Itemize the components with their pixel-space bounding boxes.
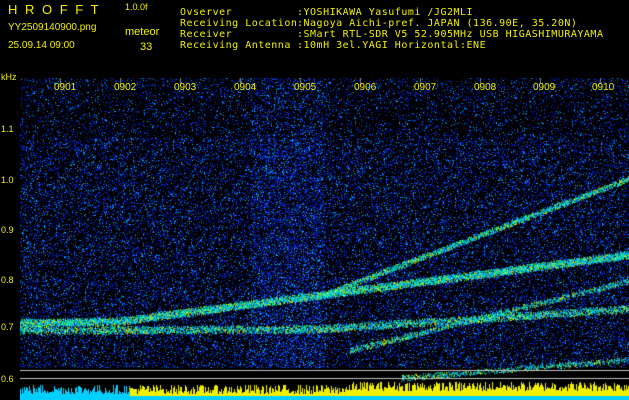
- x-tick-label: 0903: [174, 82, 197, 93]
- info-value-observer: :YOSHIKAWA Yasufumi /JG2MLI: [297, 7, 474, 18]
- x-tick-label: 0910: [592, 82, 615, 93]
- date-time: 25.09.14 09:00: [8, 40, 75, 51]
- y-tick-label: 1.0: [1, 175, 14, 185]
- info-label-receiver: Receiver: [180, 29, 233, 40]
- x-tick-label: 0909: [533, 82, 556, 93]
- file-name: YY2509140900.png: [8, 22, 97, 33]
- program-version: 1.0.0f: [125, 2, 148, 12]
- y-tick-label: 0.9: [1, 225, 14, 235]
- y-tick-label: 0.8: [1, 275, 14, 285]
- x-tick-label: 0904: [234, 82, 257, 93]
- x-tick-label: 0906: [354, 82, 377, 93]
- x-tick-label: 0901: [54, 82, 77, 93]
- info-label-location: Receiving Location: [180, 18, 298, 29]
- info-label-antenna: Receiving Antenna: [180, 40, 291, 51]
- y-axis-unit: kHz: [1, 72, 17, 82]
- info-value-antenna: :10mH 3el.YAGI Horizontal:ENE: [297, 40, 487, 51]
- x-tick-label: 0907: [414, 82, 437, 93]
- meteor-count: 33: [140, 41, 153, 53]
- meteor-label: meteor: [125, 26, 160, 38]
- info-value-location: :Nagoya Aichi-pref. JAPAN (136.90E, 35.2…: [297, 18, 578, 29]
- program-title: H R O F F T: [8, 2, 101, 17]
- y-tick-label: 0.7: [1, 322, 14, 332]
- y-tick-label: 0.6: [1, 374, 14, 384]
- info-label-observer: Ovserver: [180, 7, 233, 18]
- x-tick-label: 0905: [294, 82, 317, 93]
- x-tick-label: 0902: [114, 82, 137, 93]
- spectrogram-canvas: [20, 78, 629, 400]
- x-tick-label: 0908: [474, 82, 497, 93]
- info-value-receiver: :SMart RTL-SDR V5 52.905MHz USB HIGASHIM…: [297, 29, 604, 40]
- y-tick-label: 1.1: [1, 124, 14, 134]
- header-panel: H R O F F T 1.0.0f YY2509140900.png 25.0…: [0, 0, 629, 78]
